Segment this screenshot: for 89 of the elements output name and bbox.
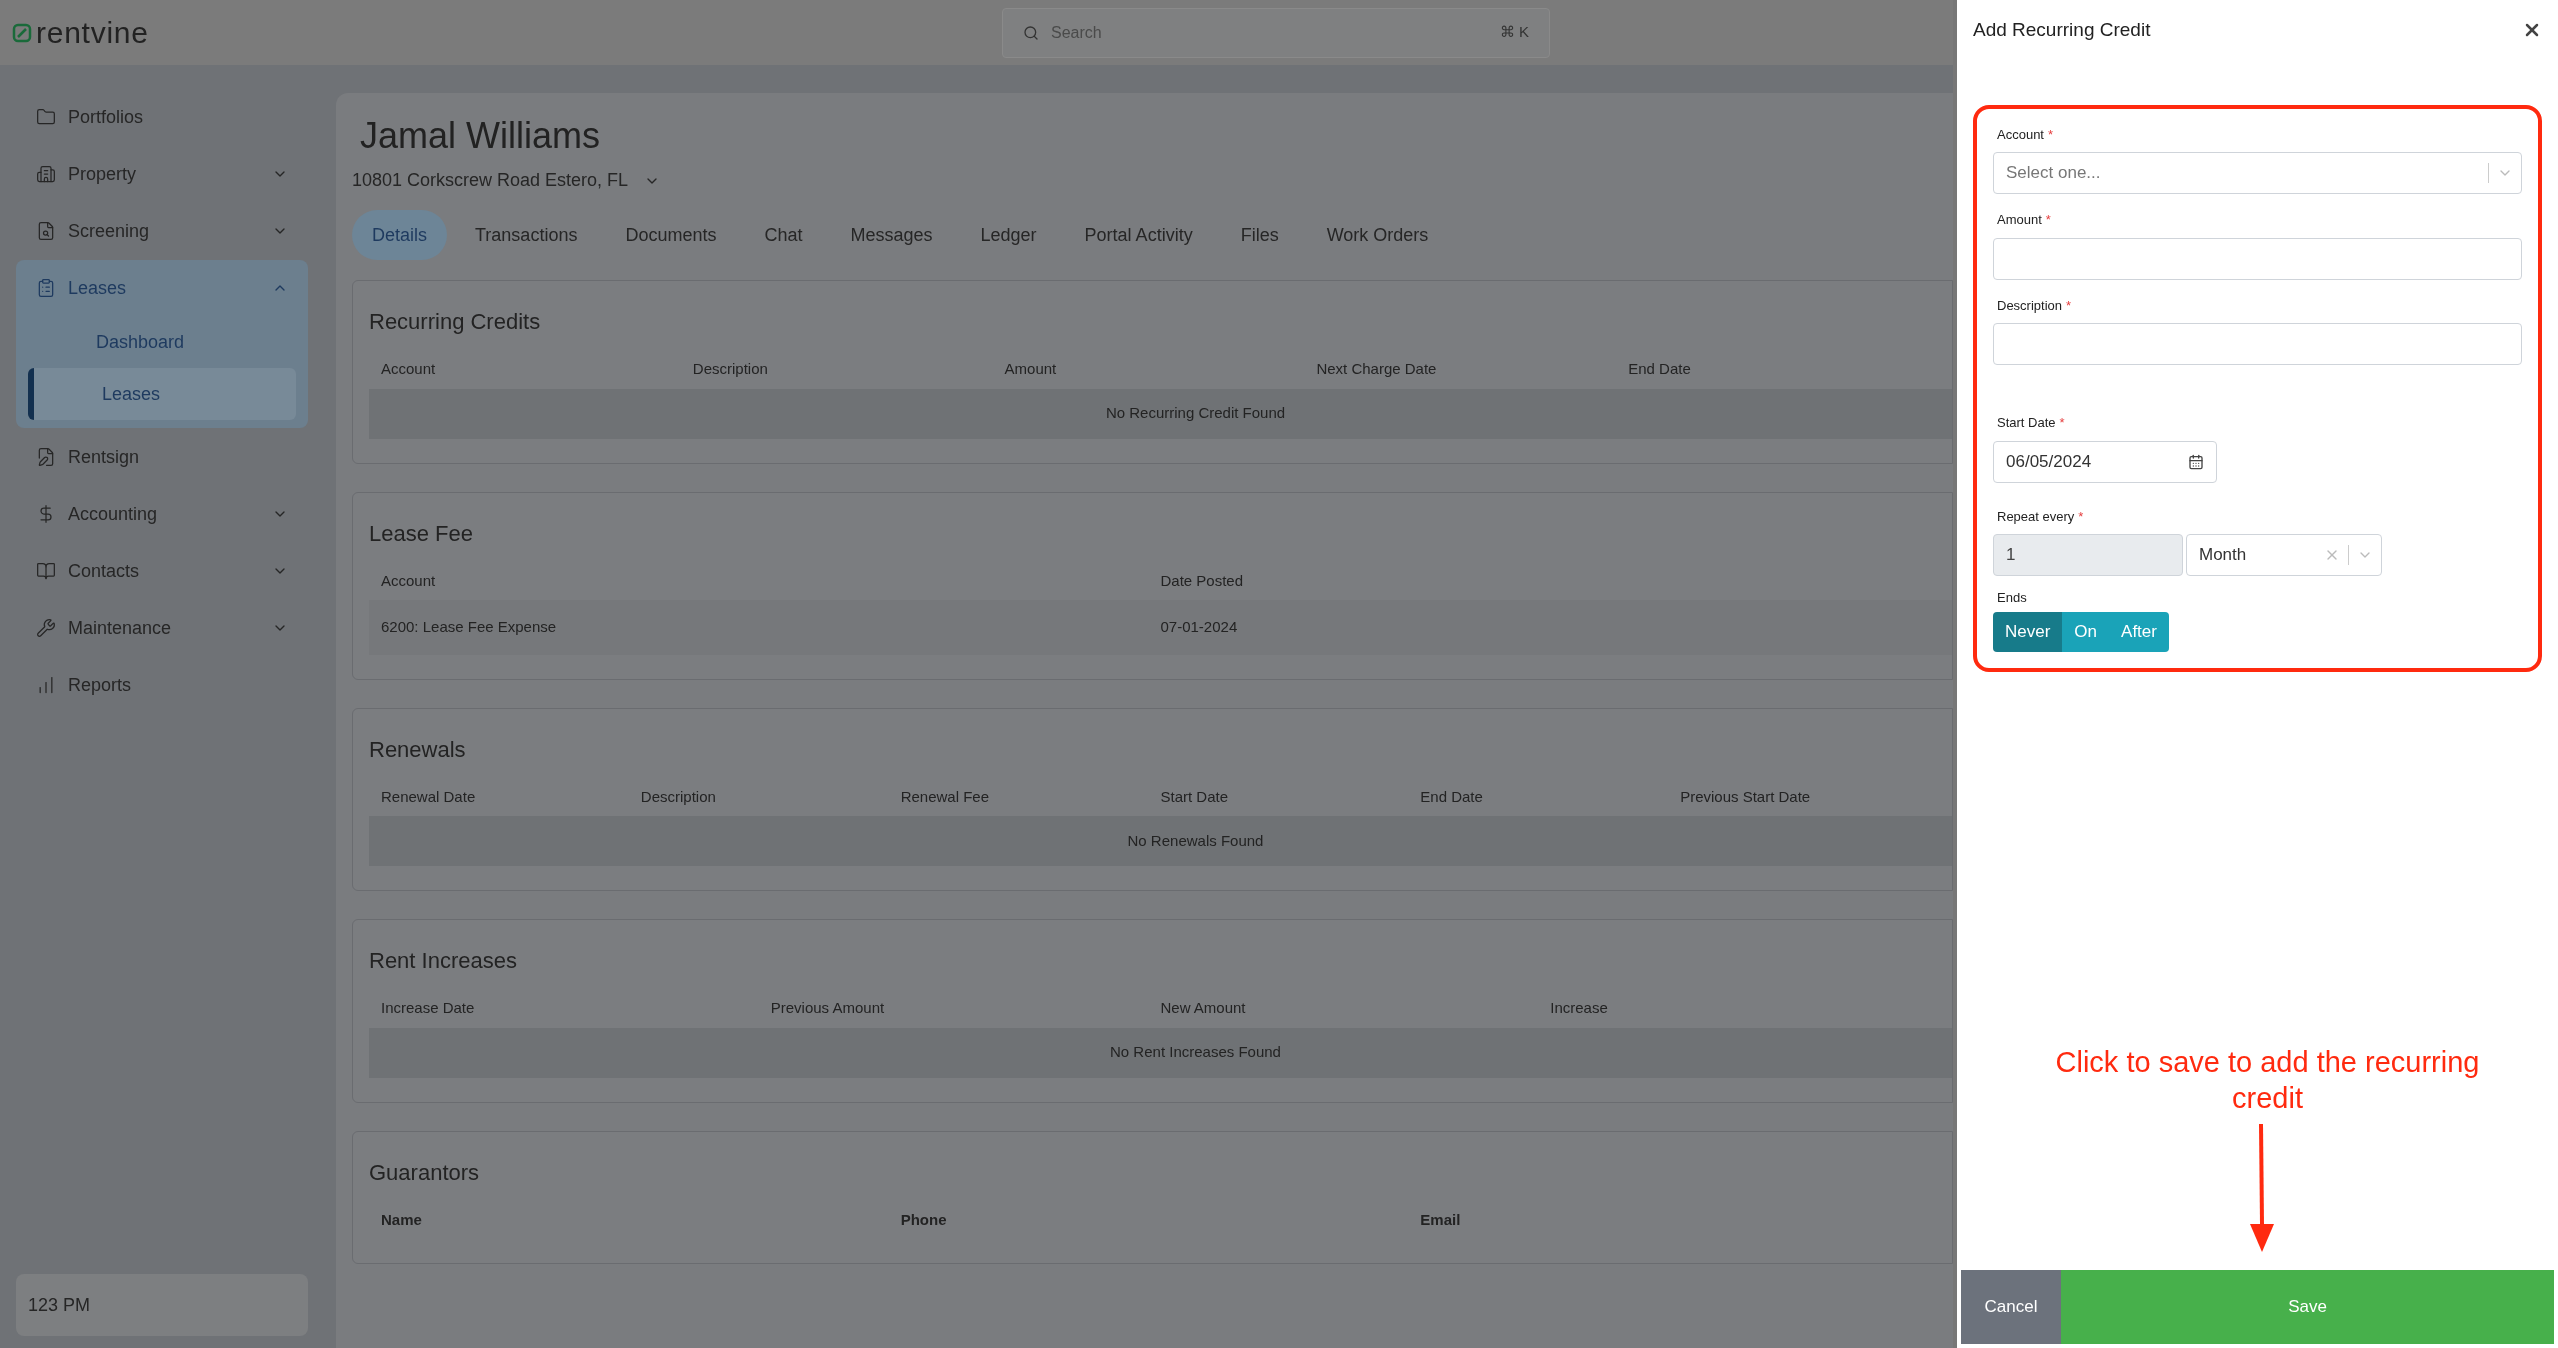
save-button[interactable]: Save [2061,1270,2554,1344]
field-label: Account [1997,125,2044,144]
column-header: Increase [1550,998,1609,1018]
tab[interactable]: Details [352,210,448,260]
calendar-icon [2188,453,2204,470]
number-field[interactable]: 1 [1993,534,2183,576]
required-mark: * [2078,507,2084,526]
required-mark: * [2048,125,2054,144]
column-header: Previous Start Date [1680,786,1812,807]
nav-icon [36,278,56,298]
empty-message: No Renewals Found [1126,830,1264,851]
tenant-name: Jamal Williams [359,114,601,158]
field-label: Start Date [1997,414,2056,432]
column-header: Previous Amount [770,998,886,1018]
annotation-text: Click to save to add the recurring credit [2054,1045,2481,1116]
section-title: Guarantors [369,1158,481,1187]
sidebar-item[interactable]: Maintenance [16,600,308,656]
section-title: Renewals [369,735,467,764]
shortcut-hint: ⌘ K [1499,22,1529,43]
table-cell-text: 6200: Lease Fee Expense [381,617,558,637]
column-header: New Amount [1160,998,1247,1018]
sidebar-item[interactable]: Screening [16,203,308,259]
sidebar-item[interactable]: Portfolios [16,89,308,145]
input-field[interactable] [1993,237,2522,280]
tab[interactable]: Messages [830,210,953,260]
date-field[interactable]: 06/05/2024 [1993,440,2217,483]
nav-icon [36,447,56,467]
search-icon [1023,24,1039,41]
empty-message: No Rent Increases Found [1109,1042,1281,1063]
column-header: Account [381,359,437,379]
sidebar-item[interactable]: Contacts [16,543,308,599]
tab[interactable]: Documents [605,210,737,260]
column-header: Account [381,570,437,591]
field-label: Amount [1997,211,2042,229]
required-mark: * [2066,296,2072,315]
nav-icon [36,221,56,241]
column-header: Renewal Date [381,786,477,807]
column-header: Next Charge Date [1316,359,1438,379]
segment-button[interactable]: After [2109,611,2169,652]
logo-text: rentvine [36,15,149,51]
sidebar-item[interactable]: Property [16,146,308,202]
column-header: Description [640,786,717,807]
column-header: Date Posted [1160,570,1245,591]
column-header: Increase Date [381,998,476,1018]
empty-message: No Recurring Credit Found [1104,403,1286,424]
cancel-button[interactable]: Cancel [1961,1270,2061,1344]
sidebar-item[interactable]: Leases [16,260,308,316]
sidebar-subitem[interactable]: Leases [28,368,296,420]
tab[interactable]: Work Orders [1306,210,1449,260]
nav-icon [36,561,56,581]
column-header: End Date [1420,786,1484,807]
field-label: Ends [1997,589,2027,607]
nav-icon [36,164,56,184]
property-address: 10801 Corkscrew Road Estero, FL [352,169,629,192]
column-header: Name [381,1209,423,1230]
section-title: Lease Fee [369,519,474,548]
tab[interactable]: Chat [744,210,823,260]
tab[interactable]: Portal Activity [1064,210,1213,260]
section-title: Recurring Credits [369,308,542,336]
sidebar-subitem[interactable]: Dashboard [28,316,296,368]
column-header: Renewal Fee [900,786,991,807]
sidebar-item[interactable]: Accounting [16,486,308,542]
column-header: End Date [1628,359,1692,379]
sidebar-item[interactable]: Rentsign [16,429,308,485]
field-label: Repeat every [1997,507,2075,526]
nav-icon [36,107,56,127]
account-select[interactable]: Select one... [1993,152,2522,194]
field-label: Description [1997,296,2063,315]
column-header: Email [1420,1209,1462,1230]
column-header: Start Date [1160,786,1230,807]
segment-button[interactable]: On [2062,611,2110,652]
tab[interactable]: Transactions [455,210,598,260]
logo-icon [12,22,32,43]
column-header: Phone [900,1209,948,1230]
tab[interactable]: Ledger [960,210,1057,260]
user-badge[interactable]: 123 PM [16,1274,308,1336]
unit-select[interactable]: Month [2186,534,2382,576]
drawer-title: Add Recurring Credit [1973,18,2151,42]
required-mark: * [2045,211,2051,229]
table-cell-text: 07-01-2024 [1160,617,1239,637]
column-header: Description [692,359,769,379]
section-title: Rent Increases [369,947,518,975]
sidebar-item[interactable]: Reports [16,657,308,713]
required-mark: * [2059,414,2065,432]
segment-button[interactable]: Never [1993,611,2063,652]
column-header: Amount [1004,359,1058,379]
tab[interactable]: Files [1220,210,1299,260]
input-field[interactable] [1993,323,2522,365]
nav-icon [36,618,56,638]
